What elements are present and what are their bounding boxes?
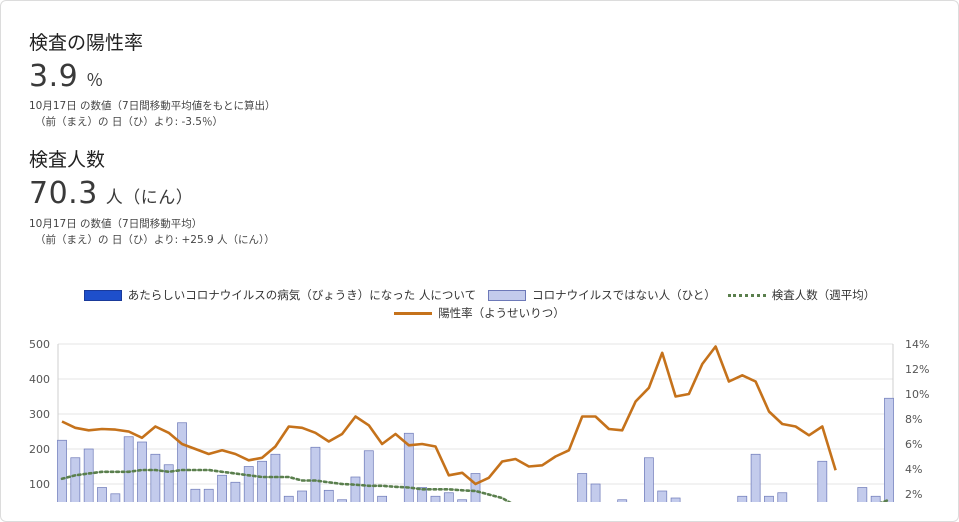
tests-note-line2: （前（まえ）の 日（ひ）より: +25.9 人（にん）） — [35, 234, 275, 246]
negative-bar — [257, 460, 267, 502]
positivity-note: 10月17日 の数値（7日間移動平均値をもとに算出） （前（まえ）の 日（ひ）よ… — [29, 98, 276, 130]
negative-bar — [764, 495, 774, 502]
rate-swatch — [394, 311, 433, 315]
negative-bar — [243, 466, 254, 502]
positive-swatch — [83, 289, 122, 301]
legend-item-negative[interactable]: コロナウイルスではない人（ひと） — [488, 287, 716, 303]
y-left-tick-label: 200 — [29, 443, 50, 456]
y-right-tick-label: 10% — [905, 388, 929, 401]
negative-bar — [217, 474, 227, 502]
negative-bar — [190, 488, 201, 502]
y-left-tick-label: 100 — [29, 478, 50, 491]
negative-bar — [644, 457, 654, 502]
negative-bar — [817, 460, 828, 502]
negative-bar — [177, 422, 187, 502]
positivity-title: 検査の陽性率 — [29, 32, 144, 54]
negative-bar — [377, 495, 388, 502]
y-right-tick-label: 12% — [905, 363, 929, 376]
positivity-unit: ％ — [86, 71, 104, 91]
negative-bar — [777, 492, 788, 502]
negative-bar — [884, 397, 894, 502]
y-right-tick-label: 8% — [905, 413, 922, 426]
negative-bar — [470, 473, 481, 502]
negative-bar — [323, 489, 334, 502]
negative-swatch — [488, 289, 527, 301]
negative-bar — [363, 450, 374, 502]
negative-bar — [350, 476, 361, 502]
negative-bar — [203, 488, 214, 502]
tests-unit: 人（にん） — [105, 188, 194, 208]
y-left-tick-label: 300 — [29, 408, 50, 421]
negative-bar — [83, 448, 94, 502]
negative-bar — [857, 487, 868, 502]
tests-value-row: 70.3 人（にん） — [29, 176, 193, 211]
positivity-value-row: 3.9 ％ — [29, 59, 104, 94]
negative-bar — [230, 481, 241, 502]
tests-note: 10月17日 の数値（7日間移動平均） （前（まえ）の 日（ひ）より: +25.… — [29, 216, 275, 248]
positivity-value: 3.9 — [29, 59, 79, 94]
legend-negative-label: コロナウイルスではない人（ひと） — [532, 288, 716, 302]
legend-rate-label: 陽性率（ようせいりつ） — [438, 306, 565, 320]
legend-item-tests-avg[interactable]: 検査人数（週平均） — [727, 287, 876, 303]
y-right-tick-label: 2% — [905, 488, 922, 501]
y-right-tick-label: 14% — [905, 338, 929, 351]
negative-bar — [97, 487, 107, 502]
positivity-chart: 500 400 300 200 100 14% 12% 10% 8% 6% 4% 2% — [29, 338, 929, 502]
negative-bar — [70, 457, 81, 502]
positivity-note-line2: （前（まえ）の 日（ひ）より: -3.5％） — [35, 116, 223, 128]
negative-bar — [443, 492, 454, 502]
negative-bar — [430, 495, 441, 502]
negative-bar — [57, 439, 67, 502]
y-right-tick-label: 6% — [905, 438, 922, 451]
tests-value: 70.3 — [29, 176, 98, 211]
negative-bar — [670, 497, 681, 502]
negative-bar — [750, 453, 761, 502]
positivity-note-line1: 10月17日 の数値（7日間移動平均値をもとに算出） — [29, 100, 276, 112]
chart-legend: あたらしいコロナウイルスの病気（びょうき）になった 人について コロナウイルスで… — [1, 286, 958, 322]
tests-note-line1: 10月17日 の数値（7日間移動平均） — [29, 218, 203, 230]
y-right-tick-label: 4% — [905, 463, 922, 476]
negative-bar — [310, 446, 321, 502]
legend-item-rate[interactable]: 陽性率（ようせいりつ） — [394, 305, 565, 321]
negative-bar — [297, 490, 307, 502]
negative-bar — [590, 483, 601, 502]
tests-title: 検査人数 — [29, 149, 106, 171]
tests-avg-swatch — [727, 293, 766, 297]
legend-tests-avg-label: 検査人数（週平均） — [771, 288, 876, 302]
negative-bar — [283, 495, 294, 502]
legend-item-positive[interactable]: あたらしいコロナウイルスの病気（びょうき）になった 人について — [83, 287, 477, 303]
negative-bar — [657, 490, 668, 502]
negative-bar — [577, 473, 588, 502]
negative-bar — [110, 493, 121, 502]
negative-bar — [150, 453, 161, 502]
negative-bar — [137, 441, 147, 502]
legend-positive-label: あたらしいコロナウイルスの病気（びょうき）になった 人について — [127, 288, 477, 302]
y-left-tick-label: 400 — [29, 373, 50, 386]
y-left-tick-label: 500 — [29, 338, 50, 351]
negative-bar — [123, 436, 134, 502]
negative-bar — [870, 495, 881, 502]
negative-bar — [737, 495, 748, 502]
